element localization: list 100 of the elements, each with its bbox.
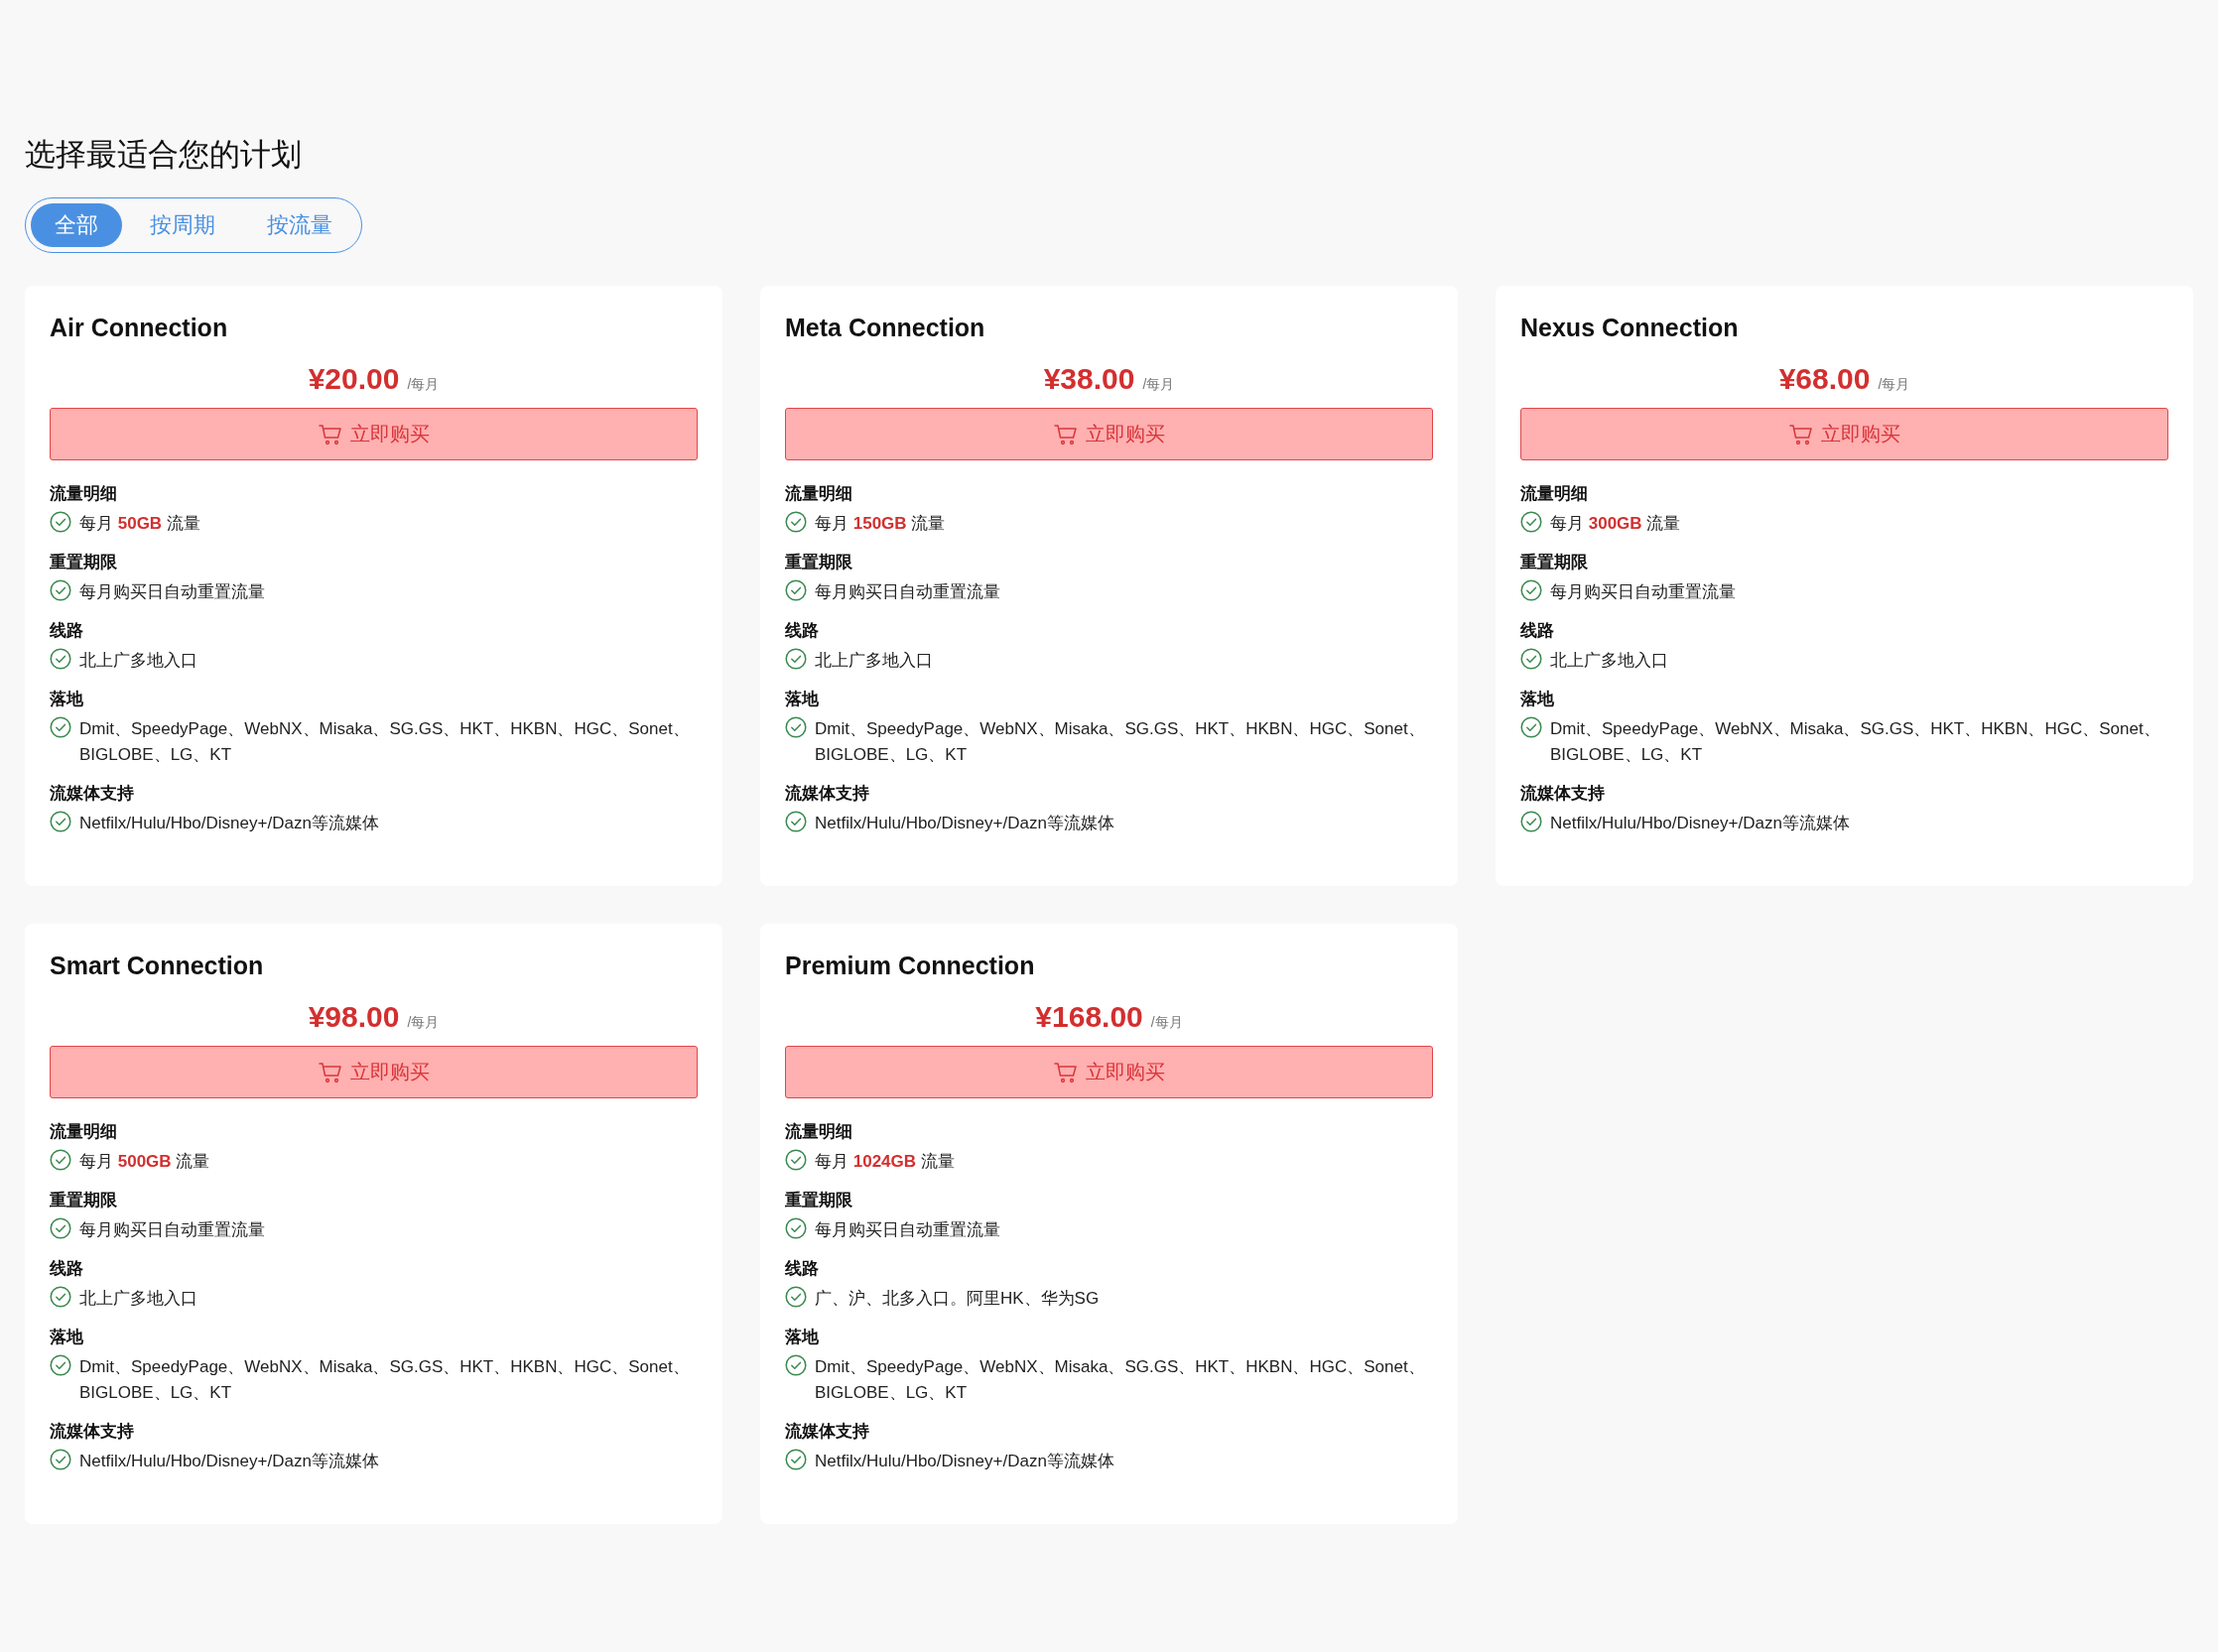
- feature-text: Netfilx/Hulu/Hbo/Disney+/Dazn等流媒体: [79, 1451, 379, 1472]
- feature-text: 每月 300GB 流量: [1550, 513, 1681, 535]
- feature-text: Netfilx/Hulu/Hbo/Disney+/Dazn等流媒体: [79, 813, 379, 834]
- feature-text: 每月购买日自动重置流量: [1550, 581, 1736, 603]
- buy-now-button[interactable]: 立即购买: [785, 1046, 1433, 1098]
- cart-icon: [1788, 423, 1813, 445]
- feature-text: Dmit、SpeedyPage、WebNX、Misaka、SG.GS、HKT、HKBN、HGC、Sonet、BIGLOBE、LG、KT: [1550, 718, 2161, 766]
- plan-price: ¥38.00: [1043, 362, 1135, 396]
- feature-text: 北上广多地入口: [79, 1288, 197, 1310]
- check-circle-icon: [785, 1286, 807, 1308]
- check-circle-icon: [1520, 511, 1542, 533]
- filter-tab[interactable]: 按流量: [243, 203, 356, 247]
- feature-text: Dmit、SpeedyPage、WebNX、Misaka、SG.GS、HKT、HKBN、HGC、Sonet、BIGLOBE、LG、KT: [79, 718, 691, 766]
- feature-heading: 流量明细: [785, 1121, 853, 1143]
- price-period: /每月: [1142, 376, 1175, 394]
- check-circle-icon: [1520, 579, 1542, 601]
- feature-heading: 线路: [50, 1258, 84, 1280]
- feature-text: Netfilx/Hulu/Hbo/Disney+/Dazn等流媒体: [815, 813, 1114, 834]
- check-circle-icon: [50, 1149, 71, 1171]
- feature-heading: 重置期限: [50, 552, 118, 573]
- feature-heading: 重置期限: [50, 1190, 118, 1211]
- plan-name: Meta Connection: [785, 314, 986, 342]
- plan-name: Smart Connection: [50, 952, 265, 980]
- feature-text: 每月购买日自动重置流量: [79, 581, 265, 603]
- plan-price: ¥168.00: [1035, 1000, 1143, 1034]
- check-circle-icon: [50, 648, 71, 670]
- check-circle-icon: [785, 1354, 807, 1376]
- feature-heading: 线路: [785, 620, 820, 642]
- feature-heading: 流媒体支持: [1520, 783, 1606, 805]
- feature-heading: 流量明细: [50, 483, 118, 505]
- check-circle-icon: [785, 716, 807, 738]
- check-circle-icon: [785, 579, 807, 601]
- feature-text: 北上广多地入口: [79, 650, 197, 672]
- check-circle-icon: [1520, 811, 1542, 832]
- feature-text: 北上广多地入口: [815, 650, 933, 672]
- cart-icon: [318, 423, 342, 445]
- check-circle-icon: [785, 1149, 807, 1171]
- price-period: /每月: [407, 376, 440, 394]
- price-period: /每月: [407, 1014, 440, 1032]
- check-circle-icon: [50, 1354, 71, 1376]
- price-period: /每月: [1150, 1014, 1183, 1032]
- feature-heading: 线路: [1520, 620, 1555, 642]
- feature-heading: 重置期限: [1520, 552, 1589, 573]
- check-circle-icon: [50, 511, 71, 533]
- feature-heading: 流媒体支持: [50, 783, 135, 805]
- check-circle-icon: [1520, 716, 1542, 738]
- feature-heading: 流媒体支持: [785, 783, 870, 805]
- feature-text: Dmit、SpeedyPage、WebNX、Misaka、SG.GS、HKT、HKBN、HGC、Sonet、BIGLOBE、LG、KT: [815, 1356, 1426, 1404]
- cart-icon: [1053, 423, 1078, 445]
- plan-price: ¥20.00: [308, 362, 400, 396]
- check-circle-icon: [1520, 648, 1542, 670]
- check-circle-icon: [50, 1286, 71, 1308]
- page-heading: 选择最适合您的计划: [25, 136, 303, 174]
- check-circle-icon: [50, 811, 71, 832]
- check-circle-icon: [50, 579, 71, 601]
- feature-text: 每月购买日自动重置流量: [815, 581, 1000, 603]
- feature-heading: 流量明细: [785, 483, 853, 505]
- plan-name: Air Connection: [50, 314, 229, 342]
- feature-text: 每月 1024GB 流量: [815, 1151, 955, 1173]
- buy-now-button[interactable]: 立即购买: [1520, 408, 2168, 460]
- feature-heading: 重置期限: [785, 552, 853, 573]
- check-circle-icon: [785, 1217, 807, 1239]
- check-circle-icon: [50, 1217, 71, 1239]
- feature-text: Dmit、SpeedyPage、WebNX、Misaka、SG.GS、HKT、HKBN、HGC、Sonet、BIGLOBE、LG、KT: [79, 1356, 691, 1404]
- feature-text: Dmit、SpeedyPage、WebNX、Misaka、SG.GS、HKT、HKBN、HGC、Sonet、BIGLOBE、LG、KT: [815, 718, 1426, 766]
- feature-text: 每月购买日自动重置流量: [79, 1219, 265, 1241]
- feature-text: 每月购买日自动重置流量: [815, 1219, 1000, 1241]
- feature-text: 广、沪、北多入口。阿里HK、华为SG: [815, 1288, 1100, 1310]
- plan-price: ¥98.00: [308, 1000, 400, 1034]
- feature-heading: 流量明细: [50, 1121, 118, 1143]
- feature-heading: 落地: [50, 1327, 84, 1348]
- feature-text: 每月 50GB 流量: [79, 513, 200, 535]
- plan-name: Nexus Connection: [1520, 314, 1740, 342]
- check-circle-icon: [50, 1449, 71, 1470]
- buy-now-button[interactable]: 立即购买: [50, 408, 698, 460]
- feature-text: Netfilx/Hulu/Hbo/Disney+/Dazn等流媒体: [1550, 813, 1850, 834]
- feature-heading: 流媒体支持: [50, 1421, 135, 1443]
- buy-now-button[interactable]: 立即购买: [50, 1046, 698, 1098]
- filter-tab[interactable]: 全部: [31, 203, 122, 247]
- feature-heading: 流媒体支持: [785, 1421, 870, 1443]
- feature-heading: 落地: [1520, 689, 1555, 710]
- check-circle-icon: [50, 716, 71, 738]
- filter-tab[interactable]: 按周期: [126, 203, 239, 247]
- price-period: /每月: [1878, 376, 1910, 394]
- feature-text: 北上广多地入口: [1550, 650, 1668, 672]
- feature-text: 每月 500GB 流量: [79, 1151, 210, 1173]
- cart-icon: [1053, 1061, 1078, 1083]
- feature-text: 每月 150GB 流量: [815, 513, 946, 535]
- plan-name: Premium Connection: [785, 952, 1036, 980]
- feature-text: Netfilx/Hulu/Hbo/Disney+/Dazn等流媒体: [815, 1451, 1114, 1472]
- check-circle-icon: [785, 648, 807, 670]
- feature-heading: 流量明细: [1520, 483, 1589, 505]
- feature-heading: 线路: [785, 1258, 820, 1280]
- buy-now-button[interactable]: 立即购买: [785, 408, 1433, 460]
- feature-heading: 落地: [785, 1327, 820, 1348]
- check-circle-icon: [785, 1449, 807, 1470]
- check-circle-icon: [785, 811, 807, 832]
- plan-price: ¥68.00: [1778, 362, 1871, 396]
- feature-heading: 落地: [785, 689, 820, 710]
- feature-heading: 落地: [50, 689, 84, 710]
